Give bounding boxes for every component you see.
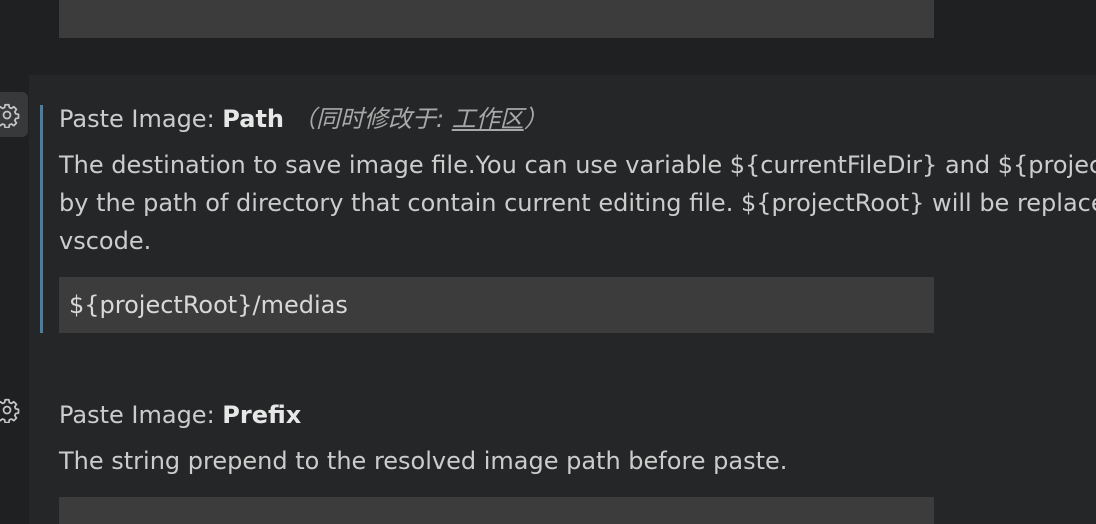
setting-category: Paste Image: xyxy=(59,105,223,133)
description-line: vscode. xyxy=(59,227,152,255)
modified-prefix: （同时修改于: xyxy=(292,105,452,133)
previous-setting-input[interactable] xyxy=(59,0,934,38)
setting-description: The string prepend to the resolved image… xyxy=(59,442,787,480)
setting-title: Paste Image: Path （同时修改于: 工作区） xyxy=(59,104,548,134)
description-line: The string prepend to the resolved image… xyxy=(59,447,788,475)
setting-name: Prefix xyxy=(222,401,302,429)
modified-scope-link[interactable]: 工作区 xyxy=(452,105,524,133)
gear-icon[interactable] xyxy=(0,102,20,128)
settings-editor: Paste Image: Path （同时修改于: 工作区） The destin… xyxy=(0,0,1096,524)
setting-category: Paste Image: xyxy=(59,401,223,429)
modified-suffix: ） xyxy=(523,105,548,133)
path-input[interactable]: ${projectRoot}/medias xyxy=(59,277,934,333)
focus-indicator-bar xyxy=(40,105,43,333)
description-line: The destination to save image file.You c… xyxy=(59,151,1096,179)
setting-title: Paste Image: Prefix xyxy=(59,400,301,430)
gear-icon[interactable] xyxy=(0,397,20,423)
setting-name: Path xyxy=(222,105,284,133)
modified-in-indicator: （同时修改于: 工作区） xyxy=(292,105,548,133)
setting-description: The destination to save image file.You c… xyxy=(59,146,1096,260)
description-line: by the path of directory that contain cu… xyxy=(59,189,1096,217)
prefix-input[interactable] xyxy=(59,497,934,524)
